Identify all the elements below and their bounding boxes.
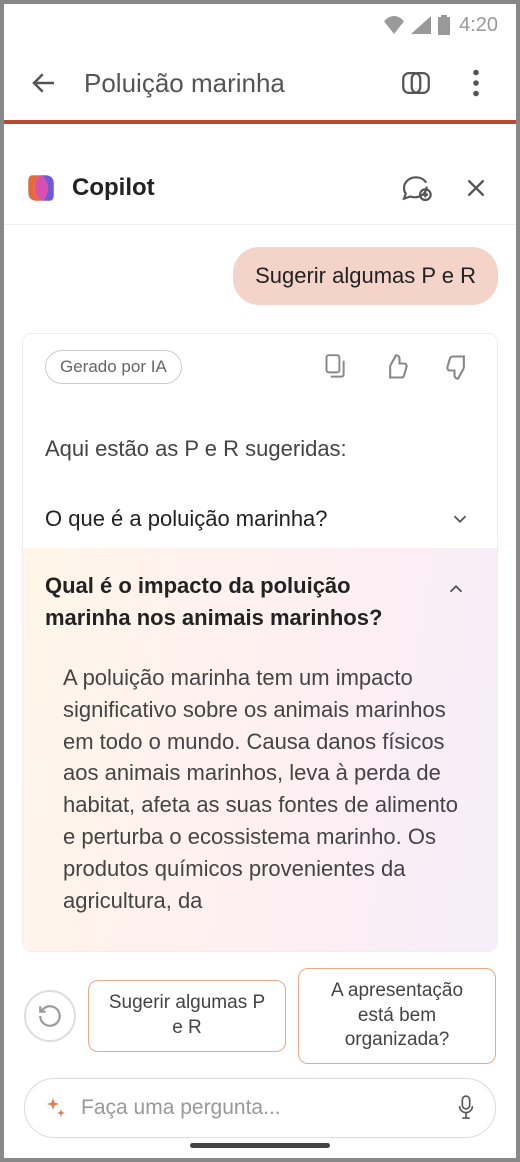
response-card: Gerado por IA Aqui estão as P e R sugeri…: [22, 333, 498, 952]
battery-icon: [437, 15, 451, 35]
copilot-logo-icon: [24, 171, 58, 205]
qa-item-expanded[interactable]: Qual é o impacto da poluição marinha nos…: [23, 548, 497, 951]
status-icons: [383, 15, 451, 35]
back-button[interactable]: [24, 63, 64, 103]
chevron-down-icon: [449, 508, 471, 530]
suggestion-row: Sugerir algumas P e R A apresentação est…: [4, 952, 516, 1078]
suggestion-chip-2[interactable]: A apresentação está bem organizada?: [298, 968, 496, 1064]
chevron-up-icon: [445, 578, 467, 600]
suggestion-chip-label: A apresentação está bem organizada?: [315, 979, 479, 1053]
thumbs-down-button[interactable]: [441, 350, 475, 384]
card-head: Gerado por IA: [23, 334, 497, 400]
thumbs-up-button[interactable]: [379, 350, 413, 384]
copilot-pane-header: Copilot: [4, 152, 516, 225]
status-bar: 4:20: [4, 4, 516, 46]
refresh-suggestions-button[interactable]: [24, 990, 76, 1042]
user-message-bubble: Sugerir algumas P e R: [233, 247, 498, 305]
spacer: [4, 124, 516, 152]
signal-icon: [411, 16, 431, 34]
status-time: 4:20: [459, 14, 498, 37]
sparkle-icon: [43, 1096, 67, 1120]
qa-item-collapsed[interactable]: O que é a poluição marinha?: [45, 490, 475, 548]
response-intro: Aqui estão as P e R sugeridas:: [45, 436, 475, 462]
ai-generated-badge: Gerado por IA: [45, 350, 182, 384]
chat-area: Sugerir algumas P e R Gerado por IA Aqui…: [4, 225, 516, 952]
card-body: Aqui estão as P e R sugeridas: O que é a…: [23, 400, 497, 951]
device-frame: 4:20 Poluição marinha Copilot Sugerir al…: [0, 0, 520, 1162]
copilot-title: Copilot: [72, 174, 384, 202]
app-header: Poluição marinha: [4, 46, 516, 120]
prompt-input-bar[interactable]: [24, 1078, 496, 1138]
new-chat-button[interactable]: [398, 170, 434, 206]
close-copilot-button[interactable]: [458, 170, 494, 206]
copy-button[interactable]: [317, 350, 351, 384]
microphone-icon[interactable]: [455, 1094, 477, 1122]
home-indicator[interactable]: [190, 1143, 330, 1148]
suggestion-chip-1[interactable]: Sugerir algumas P e R: [88, 980, 286, 1051]
prompt-input[interactable]: [81, 1096, 441, 1120]
qa-question: O que é a poluição marinha?: [45, 506, 435, 532]
qa-answer: A poluição marinha tem um impacto signif…: [45, 650, 471, 951]
suggestion-chip-label: Sugerir algumas P e R: [105, 991, 269, 1040]
wifi-icon: [383, 16, 405, 34]
more-menu-button[interactable]: [456, 63, 496, 103]
document-title: Poluição marinha: [84, 68, 376, 99]
qa-question: Qual é o impacto da poluição marinha nos…: [45, 570, 405, 634]
copilot-header-icon[interactable]: [396, 63, 436, 103]
